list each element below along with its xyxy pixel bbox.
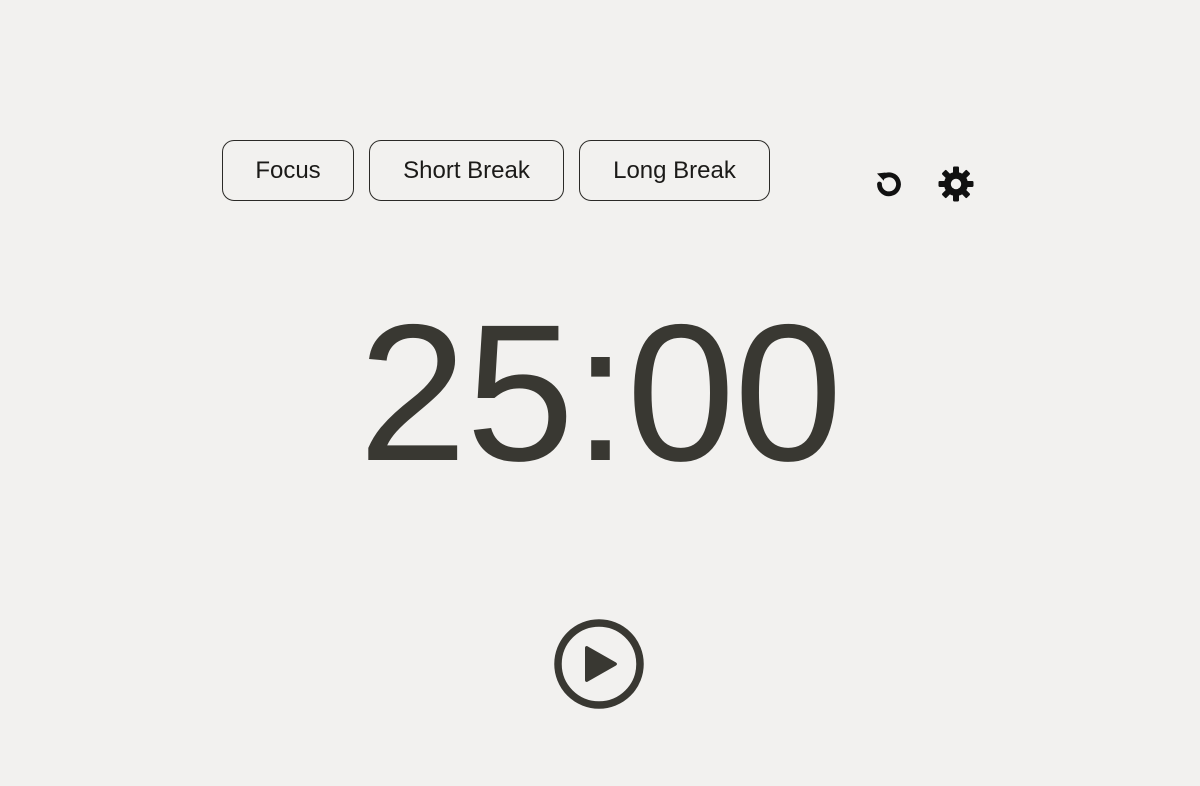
reset-icon: [877, 172, 901, 197]
timer-display: 25:00: [358, 284, 843, 502]
long-break-mode-button[interactable]: Long Break: [579, 140, 770, 201]
focus-mode-button[interactable]: Focus: [222, 140, 354, 201]
reset-button[interactable]: [867, 162, 911, 206]
short-break-mode-button[interactable]: Short Break: [369, 140, 564, 201]
settings-button[interactable]: [934, 162, 978, 206]
play-icon: [585, 646, 617, 682]
play-button[interactable]: [552, 617, 646, 711]
gear-icon: [938, 166, 974, 202]
mode-tabs: Focus Short Break Long Break: [222, 140, 770, 201]
